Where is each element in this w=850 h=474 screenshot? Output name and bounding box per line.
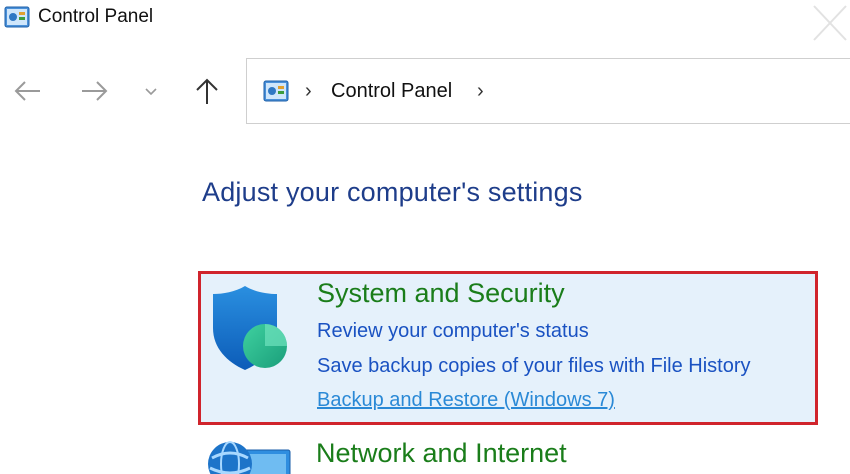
category-network-and-internet[interactable]: Network and Internet [198,428,818,474]
globe-network-icon[interactable] [204,434,294,474]
breadcrumb-separator[interactable]: › [305,80,312,103]
category-title[interactable]: System and Security [317,278,565,309]
forward-button[interactable] [74,72,114,110]
close-button[interactable] [800,0,850,44]
title-bar: Control Panel [0,0,850,44]
up-button[interactable] [187,72,227,110]
chevron-down-icon [145,88,157,96]
control-panel-icon [4,6,30,28]
category-title[interactable]: Network and Internet [316,438,567,469]
link-backup-and-restore[interactable]: Backup and Restore (Windows 7) [317,389,615,412]
arrow-right-icon [82,81,108,101]
control-panel-icon [263,80,289,102]
link-review-computer-status[interactable]: Review your computer's status [317,320,589,343]
close-icon [813,5,847,41]
arrow-up-icon [196,78,218,104]
navigation-bar: › Control Panel › [0,58,850,124]
recent-locations-button[interactable] [136,72,166,110]
shield-icon[interactable] [207,282,295,374]
back-button[interactable] [8,72,48,110]
arrow-left-icon [14,81,40,101]
window-title: Control Panel [38,6,154,27]
address-bar[interactable]: › Control Panel › [246,58,850,124]
breadcrumb-separator[interactable]: › [477,80,484,103]
breadcrumb-control-panel[interactable]: Control Panel [331,80,452,103]
category-system-and-security[interactable]: System and Security Review your computer… [198,271,818,425]
link-file-history[interactable]: Save backup copies of your files with Fi… [317,355,751,378]
page-heading: Adjust your computer's settings [202,177,583,207]
